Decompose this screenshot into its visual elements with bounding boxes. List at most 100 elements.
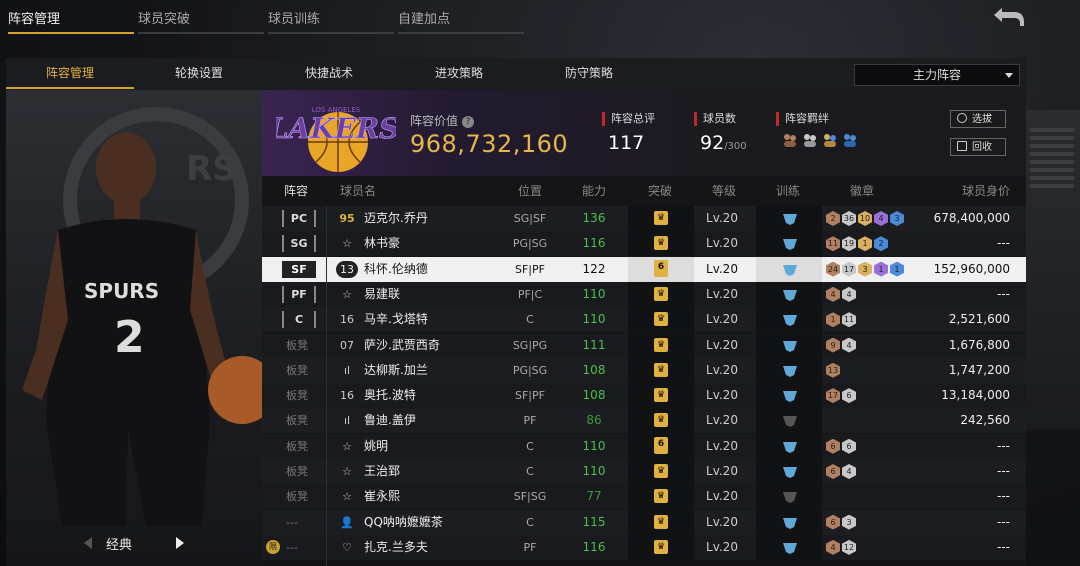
training-cell[interactable] xyxy=(756,534,822,560)
header-worth[interactable]: 球员身价 xyxy=(962,176,1010,206)
help-icon[interactable]: ? xyxy=(462,115,475,128)
table-row[interactable]: 板凳 ☆ 崔永熙 SF|SG 77 ♛ Lv.20 --- xyxy=(262,484,1026,510)
badge-list[interactable]: 11 19 1 2 xyxy=(826,236,888,252)
training-cell[interactable] xyxy=(756,383,822,409)
breakthrough-cell[interactable]: ♛ xyxy=(628,332,694,358)
training-cell[interactable] xyxy=(756,206,822,231)
training-cell[interactable] xyxy=(756,256,822,282)
badge-list[interactable]: 66 xyxy=(826,438,856,454)
player-name[interactable]: 迈克尔.乔丹 xyxy=(364,206,428,231)
tab-player-training[interactable]: 球员训练 xyxy=(268,8,394,34)
badge-list[interactable]: 44 xyxy=(826,286,856,302)
table-row[interactable]: 板凳 07 萨沙.武贾西奇 SG|PG 111 ♛ Lv.20 9 4 1,676,800 xyxy=(262,332,1026,358)
player-name[interactable]: 马辛.戈塔特 xyxy=(364,307,428,332)
header-level[interactable]: 等级 xyxy=(712,176,736,206)
breakthrough-cell[interactable]: ♛ xyxy=(628,383,694,409)
training-cell[interactable] xyxy=(756,281,822,307)
table-row[interactable]: 板凳 ıl 达柳斯.加兰 PG|SG 108 ♛ Lv.20 13 1,747,200 xyxy=(262,357,1026,383)
player-name[interactable]: QQ呐呐嬷嬷茶 xyxy=(364,510,443,535)
player-name[interactable]: 奥托.波特 xyxy=(364,383,416,408)
breakthrough-cell[interactable]: ♛ xyxy=(628,509,694,535)
player-name[interactable]: 姚明 xyxy=(364,434,388,459)
badge-list[interactable]: 1 11 xyxy=(826,312,856,328)
player-name[interactable]: 达柳斯.加兰 xyxy=(364,358,428,383)
tab-lineup-management[interactable]: 阵容管理 xyxy=(8,8,134,34)
breakthrough-cell[interactable]: 6 xyxy=(628,433,694,459)
table-row[interactable]: 板凳 ☆ 王治郅 C 110 ♛ Lv.20 6 4 --- xyxy=(262,459,1026,484)
player-name[interactable]: 王治郅 xyxy=(364,459,400,484)
subtab-rotation-settings[interactable]: 轮换设置 xyxy=(134,58,264,88)
player-name[interactable]: 萨沙.武贾西奇 xyxy=(364,333,440,358)
training-cell[interactable] xyxy=(756,332,822,358)
breakthrough-cell[interactable]: ♛ xyxy=(628,307,694,333)
training-cell[interactable] xyxy=(756,509,822,535)
table-row[interactable]: 限 --- ♡ 扎克.兰多夫 PF 116 ♛ Lv.20 4 12 --- xyxy=(262,534,1026,560)
training-cell[interactable] xyxy=(756,408,822,434)
bond-icons[interactable] xyxy=(776,132,886,148)
back-icon[interactable] xyxy=(990,4,1026,30)
stat-overall: 阵容总评 117 xyxy=(602,112,682,166)
table-row[interactable]: SG ☆ 林书豪 PG|SG 116 ♛ Lv.20 11 19 1 2 --- xyxy=(262,231,1026,257)
badge-list[interactable]: 24 17 3 1 1 xyxy=(826,261,904,277)
breakthrough-cell[interactable]: ♛ xyxy=(628,281,694,307)
badge-list[interactable]: 17 6 xyxy=(826,388,856,404)
player-name[interactable]: 易建联 xyxy=(364,282,400,307)
player-name[interactable]: 科怀.伦纳德 xyxy=(364,257,428,282)
table-row[interactable]: SF 13 科怀.伦纳德 SF|PF 122 6 Lv.20 24 17 3 1 1 152,960,0… xyxy=(262,256,1026,282)
table-row[interactable]: PF ☆ 易建联 PF|C 110 ♛ Lv.20 4 4 --- xyxy=(262,281,1026,307)
breakthrough-cell[interactable]: 6 xyxy=(628,256,694,282)
header-ability[interactable]: 能力 xyxy=(582,176,606,206)
breakthrough-cell[interactable]: ♛ xyxy=(628,459,694,484)
header-breakthrough[interactable]: 突破 xyxy=(648,176,672,206)
player-name[interactable]: 崔永熙 xyxy=(364,484,400,509)
breakthrough-cell[interactable]: ♛ xyxy=(628,357,694,383)
breakthrough-cell[interactable]: ♛ xyxy=(628,408,694,434)
header-training[interactable]: 训练 xyxy=(776,176,800,206)
training-cell[interactable] xyxy=(756,357,822,383)
table-row[interactable]: 板凳 ☆ 姚明 C 110 6 Lv.20 6 6 --- xyxy=(262,433,1026,459)
position-slot[interactable]: SF xyxy=(282,260,316,278)
tab-player-breakthrough[interactable]: 球员突破 xyxy=(138,8,264,34)
header-position[interactable]: 位置 xyxy=(518,176,542,206)
subtab-quick-tactics[interactable]: 快捷战术 xyxy=(264,58,394,88)
player-name[interactable]: 扎克.兰多夫 xyxy=(364,535,428,560)
subtab-offense-strategy[interactable]: 进攻策略 xyxy=(394,58,524,88)
prev-arrow-icon[interactable] xyxy=(84,537,92,549)
table-row[interactable]: --- 👤 QQ呐呐嬷嬷茶 C 115 ♛ Lv.20 6 3 --- xyxy=(262,509,1026,535)
header-badges[interactable]: 徽章 xyxy=(850,176,874,206)
recycle-button[interactable]: 回收 xyxy=(950,138,1006,156)
position-slot[interactable]: PF xyxy=(282,285,316,303)
select-button[interactable]: 选拔 xyxy=(950,110,1006,128)
breakthrough-cell[interactable]: ♛ xyxy=(628,206,694,231)
badge-list[interactable]: 13 xyxy=(826,362,840,378)
badge-list[interactable]: 2 36 10 4 3 xyxy=(826,211,904,226)
player-level: Lv.20 xyxy=(706,388,738,403)
training-cell[interactable] xyxy=(756,307,822,333)
training-cell[interactable] xyxy=(756,231,822,257)
badge-list[interactable]: 94 xyxy=(826,337,856,353)
position-slot[interactable]: C xyxy=(282,311,316,329)
table-row[interactable]: C 16 马辛.戈塔特 C 110 ♛ Lv.20 1 11 2,521,600 xyxy=(262,307,1026,333)
subtab-defense-strategy[interactable]: 防守策略 xyxy=(524,58,654,88)
badge-list[interactable]: 63 xyxy=(826,514,856,530)
breakthrough-cell[interactable]: ♛ xyxy=(628,534,694,560)
table-row[interactable]: 板凳 16 奥托.波特 SF|PF 108 ♛ Lv.20 17 6 13,184,000 xyxy=(262,383,1026,409)
header-name[interactable]: 球员名 xyxy=(340,176,376,206)
subtab-lineup-management[interactable]: 阵容管理 xyxy=(6,58,134,89)
training-cell[interactable] xyxy=(756,459,822,484)
breakthrough-cell[interactable]: ♛ xyxy=(628,231,694,257)
player-name[interactable]: 鲁迪.盖伊 xyxy=(364,408,416,433)
table-row[interactable]: 板凳 ıl 鲁迪.盖伊 PF 86 ♛ Lv.20 242,560 xyxy=(262,408,1026,434)
breakthrough-cell[interactable]: ♛ xyxy=(628,484,694,510)
badge-list[interactable]: 4 12 xyxy=(826,539,856,555)
next-arrow-icon[interactable] xyxy=(176,537,184,549)
position-slot[interactable]: SG xyxy=(282,235,316,253)
player-name[interactable]: 林书豪 xyxy=(364,231,400,256)
training-cell[interactable] xyxy=(756,484,822,510)
badge-list[interactable]: 64 xyxy=(826,464,856,479)
tab-custom-points[interactable]: 自建加点 xyxy=(398,8,524,34)
position-slot[interactable]: PC xyxy=(282,210,316,227)
lineup-select[interactable]: 主力阵容 xyxy=(854,64,1020,86)
training-cell[interactable] xyxy=(756,433,822,459)
table-row[interactable]: PC 95 迈克尔.乔丹 SG|SF 136 ♛ Lv.20 2 36 10 4 3 678,400,0… xyxy=(262,206,1026,231)
